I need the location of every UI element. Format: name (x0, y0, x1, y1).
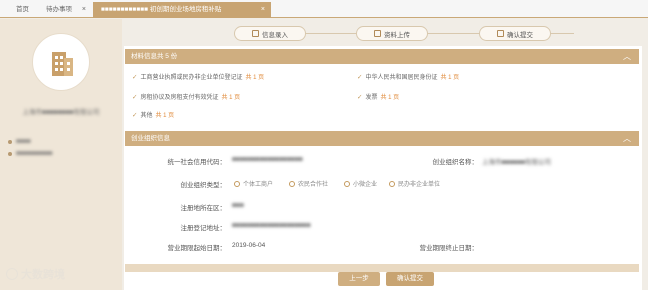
material-item[interactable]: ✓ 其他共 1 页 (132, 110, 174, 120)
radio-coop[interactable]: 农民合作社 (289, 179, 328, 188)
profile-info-2: ■■■■■■■■■■ (8, 151, 52, 157)
tab-bar: 首页 待办事项 × ■■■■■■■■■■■■ 初创期创业场地房租补贴 × (0, 0, 648, 18)
upload-icon (374, 30, 381, 37)
section-title: 材料信息共 5 份 (131, 53, 178, 60)
material-count[interactable]: 共 1 页 (221, 92, 240, 101)
org-name-label: 创业组织名称： (432, 159, 479, 166)
avatar (32, 33, 90, 91)
info-dot-icon (8, 152, 12, 156)
material-name: 其他 (140, 113, 153, 119)
radio-nonprofit[interactable]: 民办非企业单位 (389, 179, 440, 188)
logo-mark-icon (6, 268, 18, 280)
material-count[interactable]: 共 1 页 (245, 72, 264, 81)
check-icon: ✓ (132, 73, 138, 81)
company-name: 上海市■■■■■■■■有限公司 (22, 109, 100, 116)
radio-circle-icon (344, 180, 350, 187)
profile-panel: 上海市■■■■■■■■有限公司 ■■■■ ■■■■■■■■■■ (0, 19, 122, 290)
step-label: 确认提交 (507, 31, 533, 39)
profile-info-1-text: ■■■■ (16, 139, 31, 145)
material-count[interactable]: 共 1 页 (155, 110, 174, 119)
material-item[interactable]: ✓ 发票共 1 页 (357, 92, 399, 102)
check-icon: ✓ (132, 111, 138, 119)
reg-addr-label: 注册登记地址： (180, 225, 227, 232)
profile-info-1: ■■■■ (8, 139, 31, 145)
profile-info-2-text: ■■■■■■■■■■ (16, 151, 53, 157)
radio-label: 农民合作社 (298, 182, 329, 188)
tab-active-label: ■■■■■■■■■■■■ 初创期创业场地房租补贴 (101, 6, 222, 13)
radio-label: 小微企业 (353, 182, 378, 188)
step-label: 资料上传 (384, 31, 410, 39)
material-count[interactable]: 共 1 页 (440, 72, 459, 81)
reg-addr-value: ■■■■■■■■■■■■■■■■■■■■ (232, 222, 311, 229)
material-name: 房租协议及房租支付有效凭证 (140, 95, 219, 101)
tab-home-label: 首页 (16, 6, 29, 13)
tab-home[interactable]: 首页 (10, 2, 40, 18)
tab-subsidy-application[interactable]: ■■■■■■■■■■■■ 初创期创业场地房租补贴 × (93, 2, 271, 18)
step-progress: 信息录入 资料上传 确认提交 (124, 20, 642, 46)
step-confirm[interactable]: 确认提交 (479, 26, 551, 41)
check-icon: ✓ (357, 73, 363, 81)
check-icon: ✓ (357, 93, 363, 101)
radio-label: 个体工商户 (243, 182, 274, 188)
radio-circle-icon (389, 180, 395, 187)
material-name: 工商营业执照或民办非企业单位登记证 (140, 75, 243, 81)
material-item[interactable]: ✓ 工商营业执照或民办非企业单位登记证共 1 页 (132, 72, 264, 82)
radio-circle-icon (289, 180, 295, 187)
radio-label: 民办非企业单位 (398, 182, 441, 188)
material-item[interactable]: ✓ 中华人民共和国居民身份证共 1 页 (357, 72, 459, 82)
credit-code-value: ■■■■■■■■■■■■■■■■■■ (232, 156, 303, 163)
edit-icon (252, 30, 259, 37)
radio-circle-icon (234, 180, 240, 187)
credit-code-label: 统一社会信用代码： (167, 159, 227, 166)
material-item[interactable]: ✓ 房租协议及房租支付有效凭证共 1 页 (132, 92, 240, 102)
org-section-header[interactable]: 创业组织信息 ︿ (125, 131, 639, 146)
step-label: 信息录入 (262, 31, 288, 39)
material-name: 中华人民共和国居民身份证 (365, 75, 438, 81)
watermark-logo: 大数跨境 (6, 266, 65, 282)
logo-text: 大数跨境 (21, 269, 65, 281)
check-icon: ✓ (132, 93, 138, 101)
confirm-icon (497, 30, 504, 37)
section-footer-bar (125, 264, 639, 272)
org-type-label: 创业组织类型： (180, 182, 227, 189)
radio-small-business[interactable]: 小微企业 (344, 179, 377, 188)
close-icon[interactable]: × (261, 2, 265, 17)
chevron-up-icon[interactable]: ︿ (623, 131, 631, 146)
material-name: 发票 (365, 95, 378, 101)
start-date-label: 营业期限起始日期： (167, 245, 227, 252)
reg-area-label: 注册地所在区： (180, 205, 227, 212)
step-upload[interactable]: 资料上传 (356, 26, 428, 41)
main-content: 材料信息共 5 份 ︿ ✓ 工商营业执照或民办非企业单位登记证共 1 页 ✓ 中华人… (124, 46, 642, 290)
start-date-value: 2019-06-04 (232, 242, 266, 249)
close-icon[interactable]: × (82, 2, 86, 17)
material-count[interactable]: 共 1 页 (380, 92, 399, 101)
info-dot-icon (8, 140, 12, 144)
reg-area-value: ■■■ (232, 202, 244, 209)
materials-section-header[interactable]: 材料信息共 5 份 ︿ (125, 49, 639, 64)
prev-step-button[interactable]: 上一步 (338, 272, 380, 286)
end-date-label: 营业期限终止日期： (419, 245, 479, 252)
radio-individual[interactable]: 个体工商户 (234, 179, 273, 188)
building-icon (52, 52, 73, 76)
org-name-value: 上海市■■■■■■有限公司 (482, 159, 552, 166)
step-info-entry[interactable]: 信息录入 (234, 26, 306, 41)
confirm-submit-button[interactable]: 确认提交 (386, 272, 434, 286)
tab-todo-label: 待办事项 (46, 6, 72, 13)
tab-todo[interactable]: 待办事项 × (40, 2, 92, 18)
section-title: 创业组织信息 (131, 135, 170, 142)
chevron-up-icon[interactable]: ︿ (623, 49, 631, 64)
